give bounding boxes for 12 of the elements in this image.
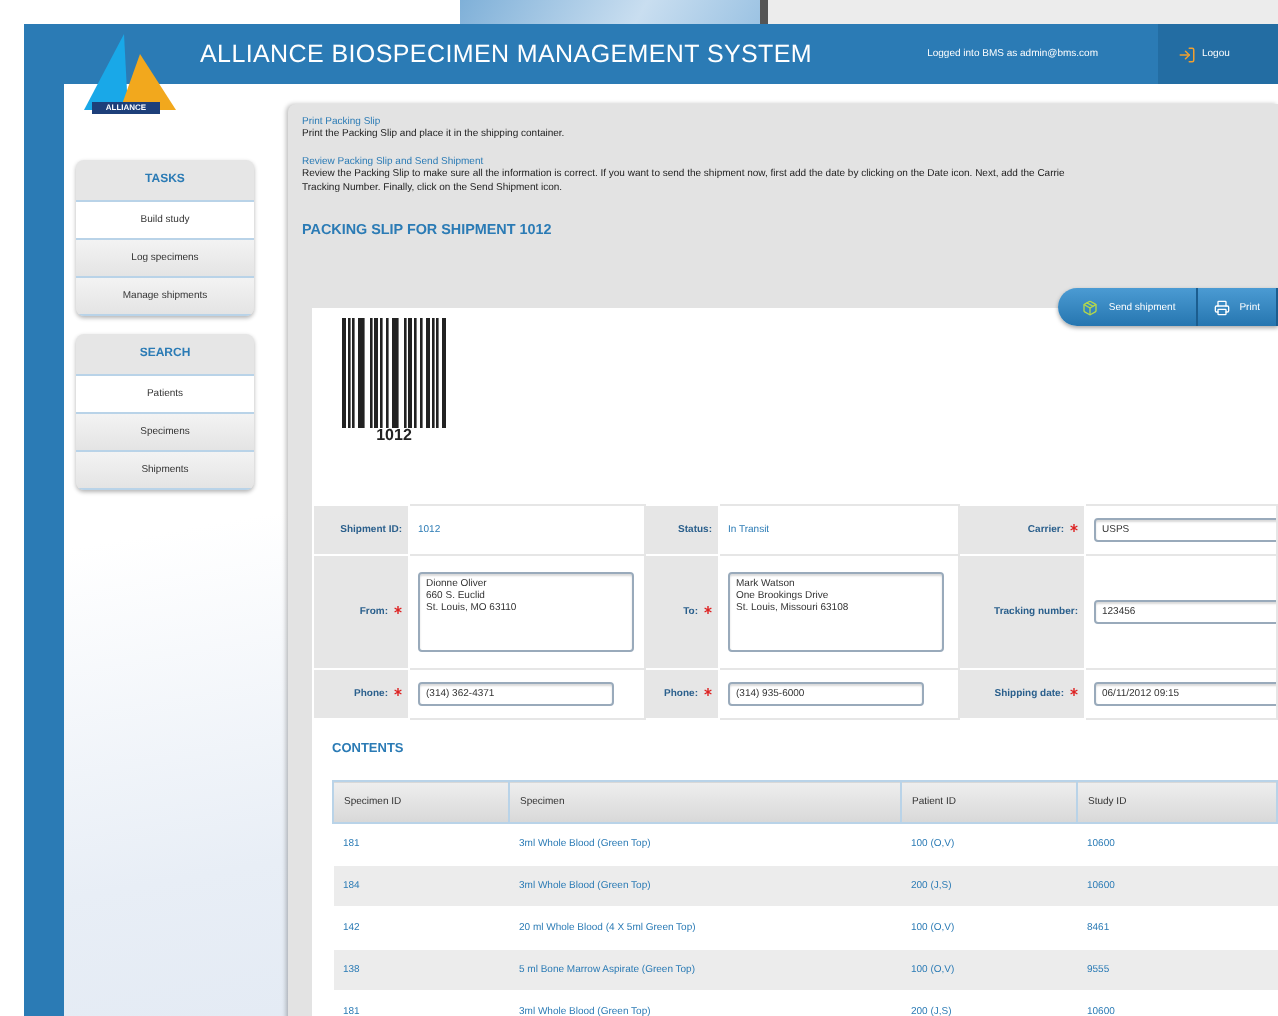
barcode-number: 1012 — [374, 428, 414, 444]
required-asterisk-icon — [1070, 524, 1078, 532]
required-asterisk-icon — [1070, 688, 1078, 696]
package-icon — [1082, 299, 1099, 315]
required-asterisk-icon — [394, 688, 402, 696]
required-asterisk-icon — [704, 688, 712, 696]
barcode-drawing — [342, 318, 446, 428]
required-asterisk-icon — [704, 606, 712, 614]
door-arrow-icon — [1178, 45, 1196, 63]
print-icon — [1213, 299, 1230, 315]
app-title: ALLIANCE BIOSPECIMEN MANAGEMENT SYSTEM — [200, 40, 813, 68]
required-asterisk-icon — [394, 606, 402, 614]
